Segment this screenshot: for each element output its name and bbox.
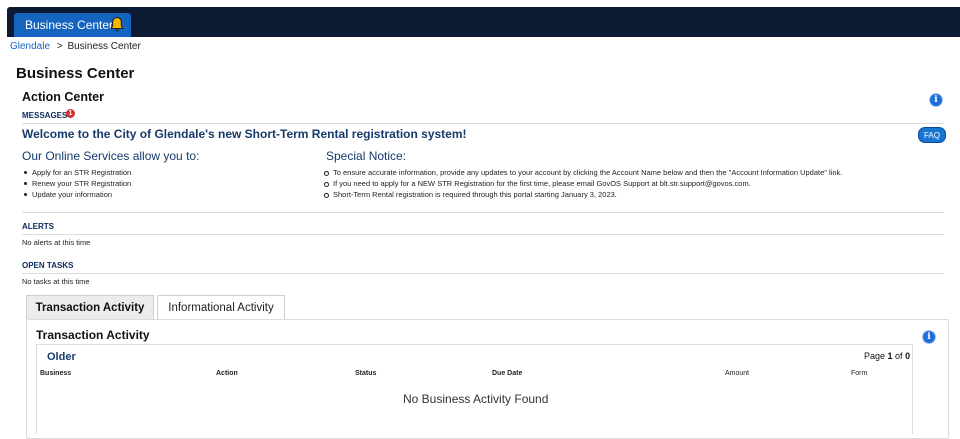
alerts-text: No alerts at this time — [22, 238, 91, 247]
list-item: If you need to apply for a NEW STR Regis… — [323, 178, 842, 189]
older-heading: Older — [47, 351, 76, 363]
business-center-tab-label: Business Center — [25, 18, 114, 32]
list-item: Apply for an STR Registration — [22, 167, 131, 178]
breadcrumb-separator: > — [56, 41, 63, 52]
empty-state-message: No Business Activity Found — [403, 392, 549, 406]
column-header-status[interactable]: Status — [355, 370, 376, 377]
special-notice-list: To ensure accurate information, provide … — [323, 167, 842, 200]
page-mid: of — [892, 351, 906, 361]
list-item: Short-Term Rental registration is requir… — [323, 189, 842, 200]
messages-count-badge: 1 — [66, 109, 75, 118]
breadcrumb-current: Business Center — [67, 41, 141, 52]
welcome-message: Welcome to the City of Glendale's new Sh… — [22, 127, 467, 141]
divider — [22, 123, 944, 124]
messages-label: MESSAGES — [22, 111, 68, 120]
divider — [22, 234, 944, 235]
bell-icon[interactable] — [109, 16, 125, 33]
open-tasks-label: OPEN TASKS — [22, 261, 74, 270]
services-heading: Our Online Services allow you to: — [22, 149, 200, 163]
business-center-tab[interactable]: Business Center — [14, 13, 131, 37]
faq-button[interactable]: FAQ — [918, 127, 946, 143]
page-prefix: Page — [864, 351, 888, 361]
services-list: Apply for an STR Registration Renew your… — [22, 167, 131, 200]
breadcrumb: Glendale > Business Center — [10, 41, 141, 52]
alerts-label: ALERTS — [22, 222, 54, 231]
transaction-activity-title: Transaction Activity — [36, 328, 150, 342]
pagination-info: Page 1 of 0 — [864, 351, 910, 361]
column-header-business[interactable]: Business — [40, 370, 71, 377]
list-item: Renew your STR Registration — [22, 178, 131, 189]
info-icon[interactable]: i — [929, 93, 943, 107]
special-notice-heading: Special Notice: — [326, 149, 407, 163]
open-tasks-text: No tasks at this time — [22, 277, 90, 286]
column-header-due-date[interactable]: Due Date — [492, 370, 522, 377]
info-icon[interactable]: i — [922, 330, 936, 344]
column-header-action[interactable]: Action — [216, 370, 238, 377]
activity-table-container — [36, 344, 913, 434]
tab-informational-activity[interactable]: Informational Activity — [157, 295, 285, 319]
divider — [22, 212, 944, 213]
top-navigation-bar — [7, 7, 960, 37]
page-total: 0 — [905, 351, 911, 361]
divider — [22, 273, 944, 274]
column-header-form[interactable]: Form — [851, 370, 867, 377]
tab-transaction-activity[interactable]: Transaction Activity — [26, 295, 154, 319]
breadcrumb-home-link[interactable]: Glendale — [10, 41, 50, 52]
column-header-amount[interactable]: Amount — [725, 370, 749, 377]
list-item: To ensure accurate information, provide … — [323, 167, 842, 178]
page-title: Business Center — [16, 65, 135, 82]
list-item: Update your information — [22, 189, 131, 200]
action-center-title: Action Center — [22, 90, 104, 104]
